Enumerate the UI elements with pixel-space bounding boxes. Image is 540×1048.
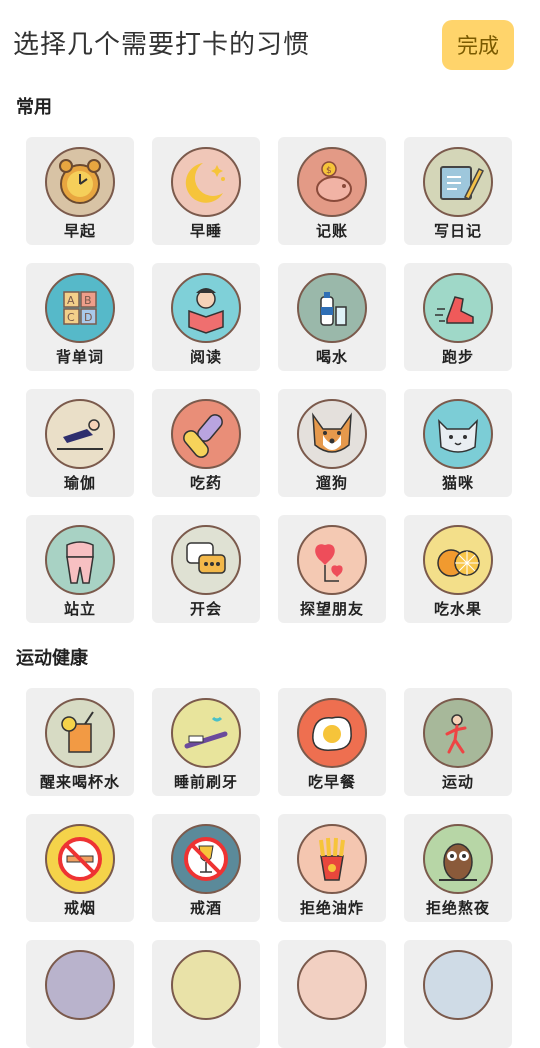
hearts-icon xyxy=(297,525,367,595)
svg-text:C: C xyxy=(67,311,75,324)
habit-label: 写日记 xyxy=(433,222,482,240)
habit-card[interactable]: $ 记账 xyxy=(278,137,386,245)
habit-label: 吃早餐 xyxy=(307,773,356,791)
svg-text:D: D xyxy=(84,311,92,324)
habit-label: 猫咪 xyxy=(441,474,474,492)
yoga-pose-icon xyxy=(45,399,115,469)
habit-card[interactable]: 戒酒 xyxy=(152,814,260,922)
habit-card[interactable]: 吃早餐 xyxy=(278,688,386,796)
habit-label: 运动 xyxy=(441,773,474,791)
habit-label: 醒来喝杯水 xyxy=(39,773,120,791)
habit-label: 探望朋友 xyxy=(299,600,364,618)
habit-card[interactable] xyxy=(26,940,134,1048)
habit-card[interactable]: 猫咪 xyxy=(404,389,512,497)
habit-card[interactable]: 睡前刷牙 xyxy=(152,688,260,796)
reading-person-icon xyxy=(171,273,241,343)
exercise-figure-icon xyxy=(423,698,493,768)
habit-card[interactable]: 运动 xyxy=(404,688,512,796)
lemon-drink-icon xyxy=(45,698,115,768)
standing-body-icon xyxy=(45,525,115,595)
moon-stars-icon xyxy=(171,147,241,217)
page-title: 选择几个需要打卡的习惯 xyxy=(13,30,311,60)
header: 选择几个需要打卡的习惯 完成 xyxy=(0,0,540,90)
owl-icon xyxy=(423,824,493,894)
abcd-blocks-icon: ABCD xyxy=(45,273,115,343)
habit-label: 拒绝熬夜 xyxy=(425,899,490,917)
section-title-common: 常用 xyxy=(16,97,52,118)
habit-label: 戒烟 xyxy=(63,899,96,917)
habit-label: 遛狗 xyxy=(315,474,348,492)
habit-card[interactable] xyxy=(404,940,512,1048)
cat-face-icon xyxy=(423,399,493,469)
habit-card[interactable]: 探望朋友 xyxy=(278,515,386,623)
habit-label: 跑步 xyxy=(441,348,474,366)
habit-label: 阅读 xyxy=(189,348,222,366)
habit-label: 瑜伽 xyxy=(63,474,96,492)
diary-pencil-icon xyxy=(423,147,493,217)
habit-card[interactable]: 吃水果 xyxy=(404,515,512,623)
alarm-clock-icon xyxy=(45,147,115,217)
habit-label: 戒酒 xyxy=(189,899,222,917)
habit-card[interactable]: 开会 xyxy=(152,515,260,623)
french-fries-icon xyxy=(297,824,367,894)
habit-card[interactable]: 站立 xyxy=(26,515,134,623)
habit-label: 早起 xyxy=(63,222,96,240)
habit-card[interactable]: A B C D 背单词 xyxy=(26,263,134,371)
habit-card[interactable]: 喝水 xyxy=(278,263,386,371)
habit-icon xyxy=(297,950,367,1020)
habit-label: 睡前刷牙 xyxy=(173,773,238,791)
habit-card[interactable]: 瑜伽 xyxy=(26,389,134,497)
svg-text:A: A xyxy=(67,294,75,307)
habit-label: 早睡 xyxy=(189,222,222,240)
toothbrush-icon xyxy=(171,698,241,768)
no-alcohol-icon xyxy=(171,824,241,894)
orange-fruit-icon xyxy=(423,525,493,595)
chat-bubbles-icon xyxy=(171,525,241,595)
habit-label: 吃水果 xyxy=(433,600,482,618)
done-button[interactable]: 完成 xyxy=(442,20,514,70)
habit-card[interactable]: 遛狗 xyxy=(278,389,386,497)
habit-card[interactable]: 写日记 xyxy=(404,137,512,245)
habit-label: 吃药 xyxy=(189,474,222,492)
fried-egg-icon xyxy=(297,698,367,768)
svg-text:B: B xyxy=(84,294,92,307)
habit-label: 站立 xyxy=(63,600,96,618)
habit-label: 喝水 xyxy=(315,348,348,366)
water-bottle-icon xyxy=(297,273,367,343)
habit-card[interactable] xyxy=(152,940,260,1048)
habit-card[interactable]: 阅读 xyxy=(152,263,260,371)
habit-icon xyxy=(423,950,493,1020)
habit-card[interactable]: 拒绝油炸 xyxy=(278,814,386,922)
pills-icon xyxy=(171,399,241,469)
section-title-health: 运动健康 xyxy=(16,648,88,669)
habit-label: 记账 xyxy=(315,222,348,240)
habit-icon xyxy=(45,950,115,1020)
habit-label: 背单词 xyxy=(55,348,104,366)
habit-card[interactable]: 早起 xyxy=(26,137,134,245)
habit-card[interactable]: 吃药 xyxy=(152,389,260,497)
habit-card[interactable]: 跑步 xyxy=(404,263,512,371)
habit-card[interactable]: 早睡 xyxy=(152,137,260,245)
running-shoe-icon xyxy=(423,273,493,343)
svg-text:$: $ xyxy=(326,166,332,176)
habit-label: 开会 xyxy=(189,600,222,618)
habit-card[interactable] xyxy=(278,940,386,1048)
corgi-dog-icon xyxy=(297,399,367,469)
habit-icon xyxy=(171,950,241,1020)
habit-label: 拒绝油炸 xyxy=(299,899,364,917)
habit-card[interactable]: 戒烟 xyxy=(26,814,134,922)
piggy-bank-icon: $ xyxy=(297,147,367,217)
habit-card[interactable]: 醒来喝杯水 xyxy=(26,688,134,796)
no-smoking-icon xyxy=(45,824,115,894)
habit-card[interactable]: 拒绝熬夜 xyxy=(404,814,512,922)
